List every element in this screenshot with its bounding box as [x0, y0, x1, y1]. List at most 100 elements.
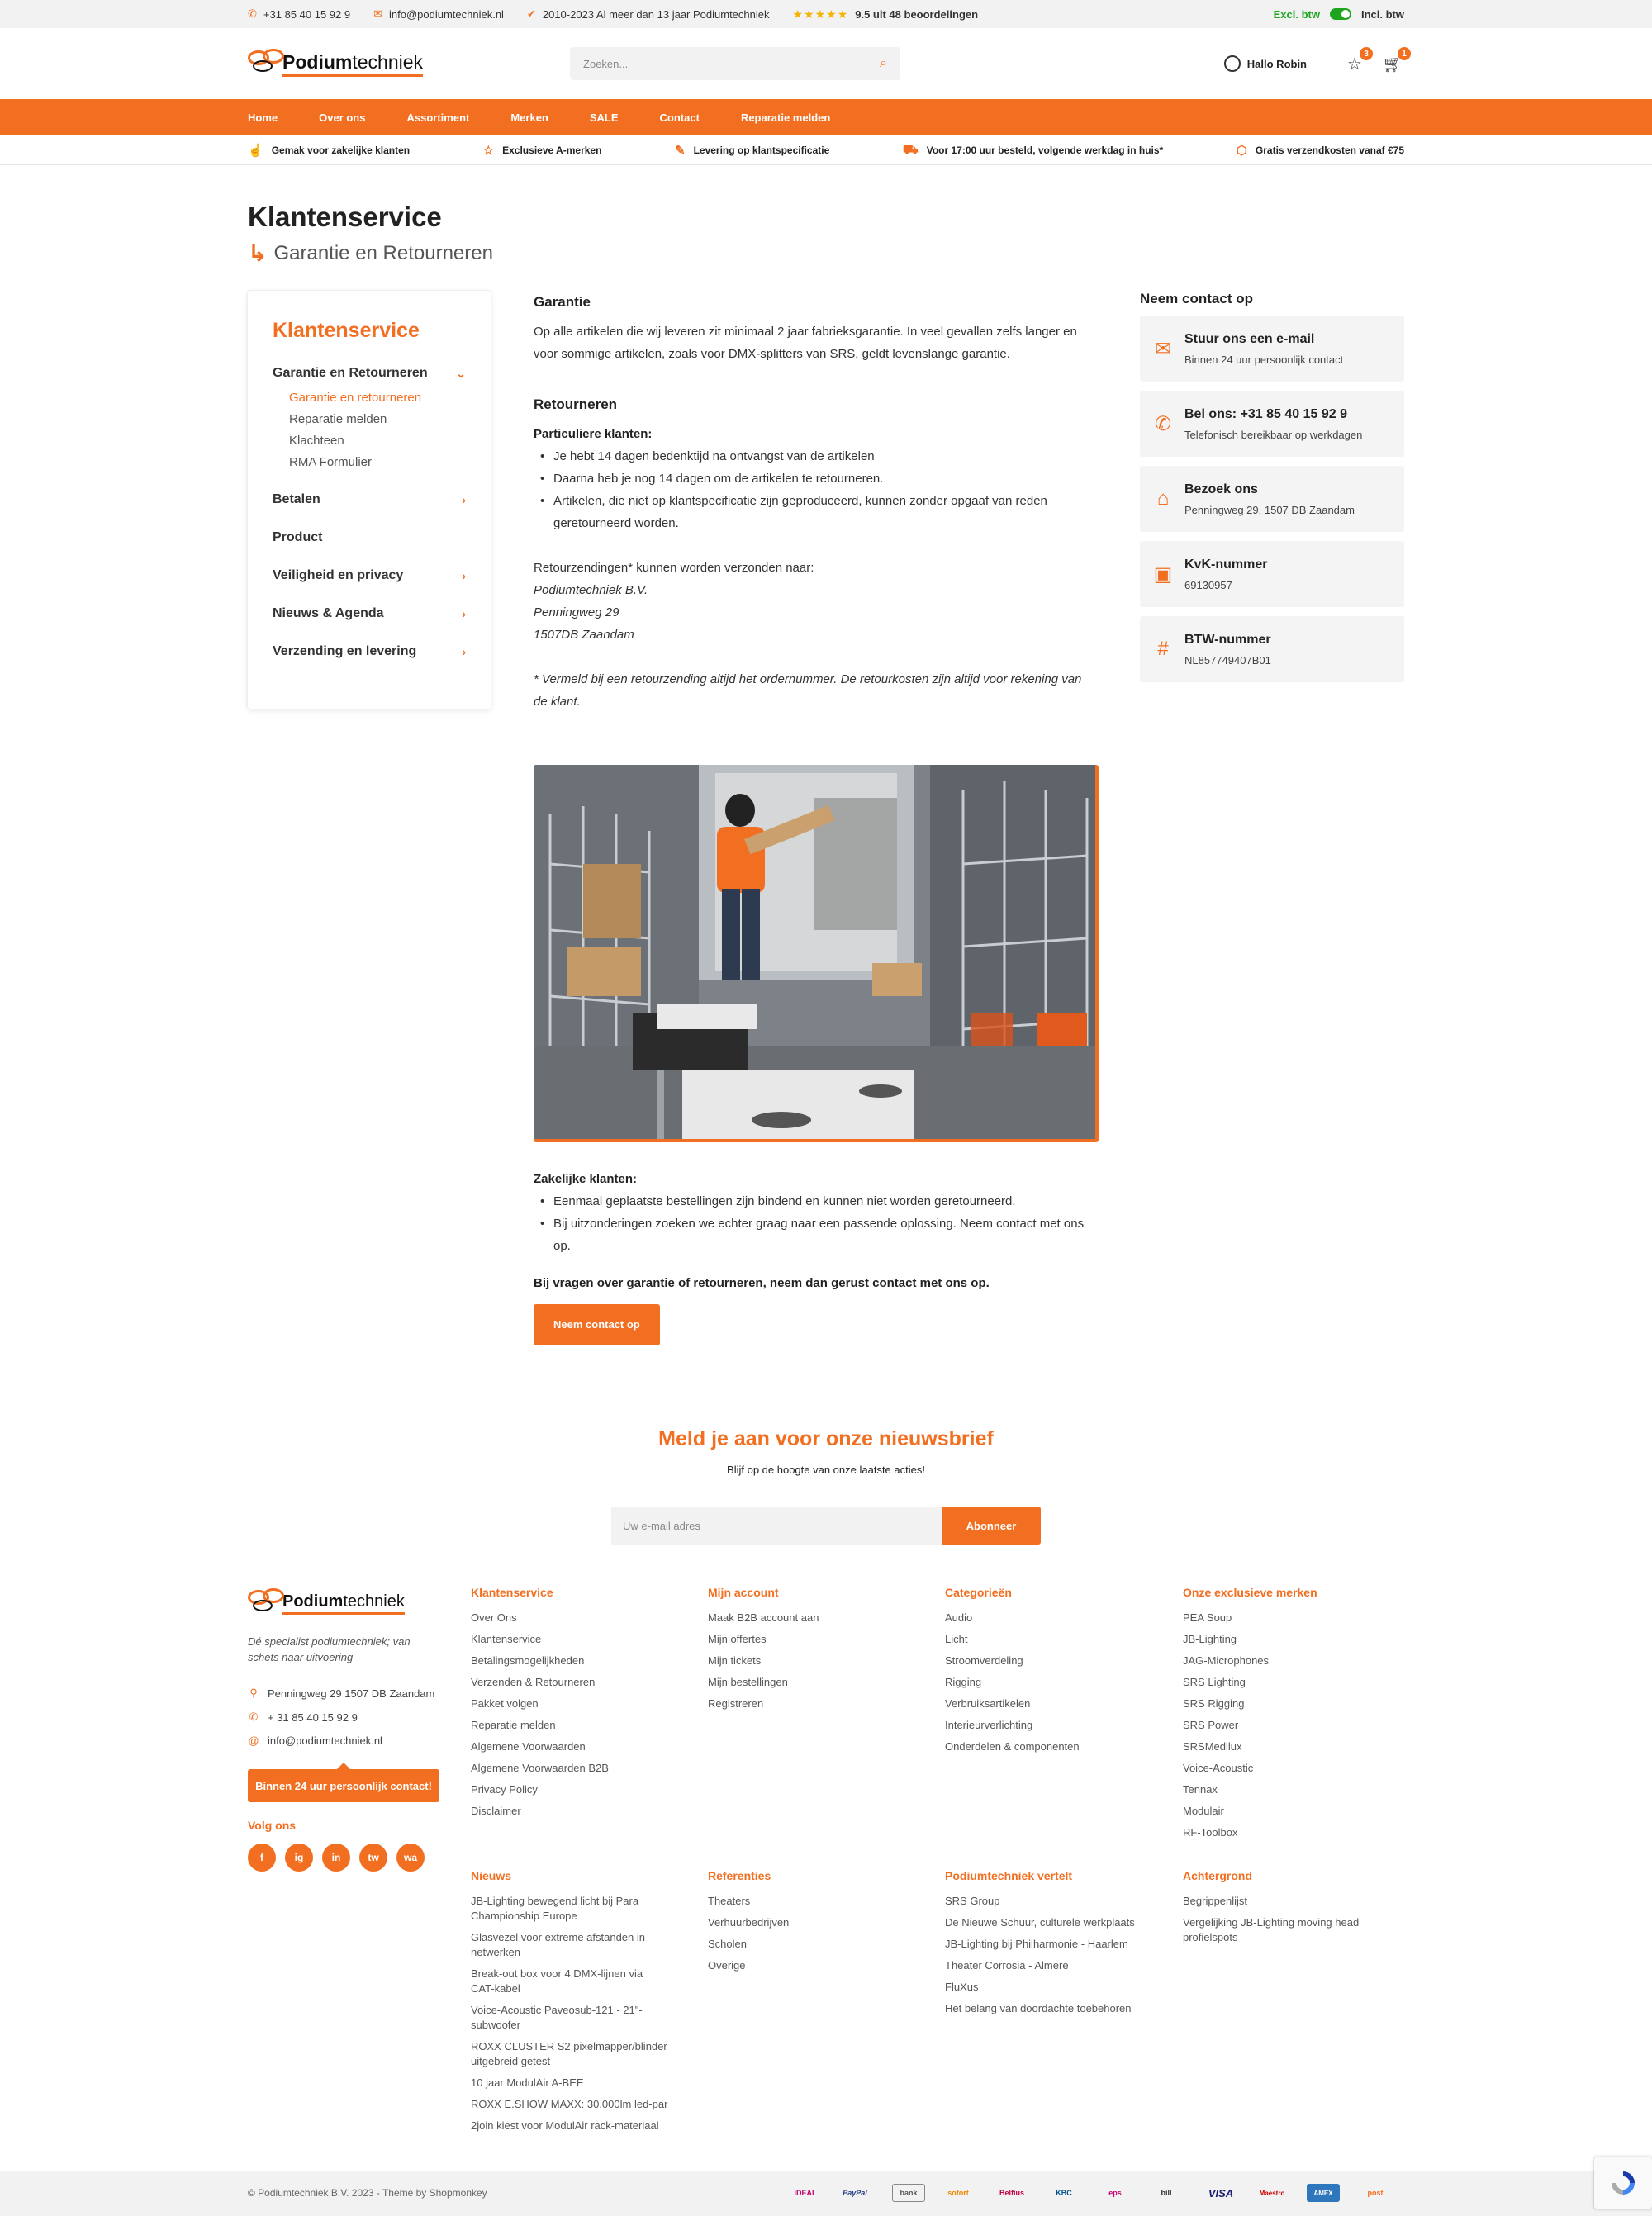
- footer-link[interactable]: Theater Corrosia - Almere: [945, 1958, 1168, 1973]
- footer-link[interactable]: SRSMedilux: [1183, 1739, 1398, 1754]
- footer-link[interactable]: Mijn tickets: [708, 1654, 923, 1668]
- contact-button[interactable]: Neem contact op: [534, 1304, 660, 1345]
- nav-sale[interactable]: SALE: [590, 112, 619, 124]
- nav-assortiment[interactable]: Assortiment: [406, 112, 469, 124]
- newsletter-email-input[interactable]: Uw e-mail adres: [611, 1507, 942, 1545]
- wishlist-button[interactable]: ☆ 3: [1343, 47, 1373, 75]
- footer-link[interactable]: 10 jaar ModulAir A-BEE: [471, 2076, 669, 2090]
- logo[interactable]: Podiumtechniek: [248, 43, 424, 84]
- footer-link[interactable]: Reparatie melden: [471, 1718, 686, 1733]
- footer-link[interactable]: Registreren: [708, 1696, 923, 1711]
- vat-toggle[interactable]: [1330, 8, 1351, 20]
- footer-link[interactable]: PEA Soup: [1183, 1611, 1398, 1625]
- footer-link[interactable]: 2join kiest voor ModulAir rack-materiaal: [471, 2119, 669, 2133]
- whatsapp-icon[interactable]: wa: [396, 1844, 425, 1872]
- footer-link[interactable]: Vergelijking JB-Lighting moving head pro…: [1183, 1915, 1389, 1945]
- footer-link[interactable]: FluXus: [945, 1980, 1168, 1995]
- footer-link[interactable]: Onderdelen & componenten: [945, 1739, 1160, 1754]
- footer-link[interactable]: Licht: [945, 1632, 1160, 1647]
- user-account[interactable]: Hallo Robin: [1223, 55, 1307, 72]
- sidebar-category-verzending[interactable]: Verzending en levering ›: [273, 644, 466, 659]
- footer-link[interactable]: Begrippenlijst: [1183, 1894, 1389, 1909]
- footer-link[interactable]: Pakket volgen: [471, 1696, 686, 1711]
- nav-home[interactable]: Home: [248, 112, 278, 124]
- footer-link[interactable]: Interieurverlichting: [945, 1718, 1160, 1733]
- footer-link[interactable]: ROXX CLUSTER S2 pixelmapper/blinder uitg…: [471, 2039, 669, 2069]
- twitter-icon[interactable]: tw: [359, 1844, 387, 1872]
- footer-logo[interactable]: Podiumtechniek: [248, 1583, 405, 1624]
- topbar-rating[interactable]: ★★★★★ 9.5 uit 48 beoordelingen: [792, 7, 978, 21]
- paypal-icon: PayPal: [843, 2189, 867, 2197]
- footer-link[interactable]: Betalingsmogelijkheden: [471, 1654, 686, 1668]
- nav-merken[interactable]: Merken: [510, 112, 548, 124]
- footer-link[interactable]: Modulair: [1183, 1804, 1398, 1819]
- contact-card-email[interactable]: ✉ Stuur ons een e-mail Binnen 24 uur pers…: [1140, 316, 1404, 382]
- topbar-email[interactable]: ✉ info@podiumtechniek.nl: [373, 7, 504, 21]
- footer-link[interactable]: JB-Lighting: [1183, 1632, 1398, 1647]
- footer-link[interactable]: Mijn offertes: [708, 1632, 923, 1647]
- search-icon[interactable]: ⌕: [880, 56, 887, 71]
- sidebar-subitem-garantie[interactable]: Garantie en retourneren: [289, 391, 466, 405]
- sidebar-category-betalen[interactable]: Betalen ›: [273, 492, 466, 507]
- nav-reparatie-melden[interactable]: Reparatie melden: [741, 112, 830, 124]
- footer-link[interactable]: Audio: [945, 1611, 1160, 1625]
- footer-link[interactable]: JAG-Microphones: [1183, 1654, 1398, 1668]
- footer-link[interactable]: Overige: [708, 1958, 923, 1973]
- footer-link[interactable]: De Nieuwe Schuur, culturele werkplaats: [945, 1915, 1168, 1930]
- search-bar[interactable]: Zoeken... ⌕: [570, 47, 900, 80]
- contact-card-phone[interactable]: ✆ Bel ons: +31 85 40 15 92 9 Telefonisch …: [1140, 391, 1404, 457]
- footer-link[interactable]: SRS Group: [945, 1894, 1168, 1909]
- footer-link[interactable]: Mijn bestellingen: [708, 1675, 923, 1690]
- linkedin-icon[interactable]: in: [322, 1844, 350, 1872]
- footer-link[interactable]: Scholen: [708, 1937, 923, 1952]
- sidebar-subitem-reparatie[interactable]: Reparatie melden: [289, 412, 466, 426]
- footer-link[interactable]: Disclaimer: [471, 1804, 686, 1819]
- recaptcha-badge[interactable]: [1594, 2157, 1652, 2209]
- footer-link[interactable]: Tennax: [1183, 1782, 1398, 1797]
- nav-over-ons[interactable]: Over ons: [319, 112, 365, 124]
- footer-phone[interactable]: ✆ + 31 85 40 15 92 9: [248, 1711, 358, 1724]
- footer-link[interactable]: Glasvezel voor extreme afstanden in netw…: [471, 1930, 669, 1960]
- footer-link[interactable]: Stroomverdeling: [945, 1654, 1160, 1668]
- footer-link[interactable]: ROXX E.SHOW MAXX: 30.000lm led-par: [471, 2097, 669, 2112]
- newsletter-subscribe-button[interactable]: Abonneer: [942, 1507, 1041, 1545]
- footer-contact-cta[interactable]: Binnen 24 uur persoonlijk contact!: [248, 1763, 439, 1802]
- sidebar-subitem-rma[interactable]: RMA Formulier: [289, 455, 466, 469]
- instagram-icon[interactable]: ig: [285, 1844, 313, 1872]
- footer-link[interactable]: RF-Toolbox: [1183, 1825, 1398, 1840]
- footer-link[interactable]: SRS Power: [1183, 1718, 1398, 1733]
- footer-link[interactable]: SRS Rigging: [1183, 1696, 1398, 1711]
- footer-link[interactable]: JB-Lighting bij Philharmonie - Haarlem: [945, 1937, 1168, 1952]
- footer-link[interactable]: Verbruiksartikelen: [945, 1696, 1160, 1711]
- footer-link[interactable]: Het belang van doordachte toebehoren: [945, 2001, 1168, 2016]
- sidebar-category-veiligheid[interactable]: Veiligheid en privacy ›: [273, 568, 466, 583]
- sidebar-category-product[interactable]: Product: [273, 530, 466, 545]
- footer-link[interactable]: SRS Lighting: [1183, 1675, 1398, 1690]
- sidebar-category-nieuws[interactable]: Nieuws & Agenda ›: [273, 606, 466, 621]
- footer-link[interactable]: Verzenden & Retourneren: [471, 1675, 686, 1690]
- footer-link[interactable]: Over Ons: [471, 1611, 686, 1625]
- contact-card-visit[interactable]: ⌂ Bezoek ons Penningweg 29, 1507 DB Zaand…: [1140, 466, 1404, 532]
- cart-button[interactable]: 🛒︎ 1: [1381, 47, 1411, 75]
- facebook-icon[interactable]: f: [248, 1844, 276, 1872]
- sidebar-subitem-klachten[interactable]: Klachteen: [289, 434, 466, 448]
- footer-link[interactable]: JB-Lighting bewegend licht bij Para Cham…: [471, 1894, 669, 1924]
- search-input[interactable]: Zoeken...: [583, 58, 880, 70]
- invoice-icon: bill: [1161, 2189, 1172, 2197]
- contact-card-sub: NL857749407B01: [1184, 653, 1271, 667]
- footer-link[interactable]: Algemene Voorwaarden: [471, 1739, 686, 1754]
- footer-link[interactable]: Verhuurbedrijven: [708, 1915, 923, 1930]
- footer-link[interactable]: Rigging: [945, 1675, 1160, 1690]
- topbar-phone[interactable]: ✆ +31 85 40 15 92 9: [248, 7, 350, 21]
- footer-link[interactable]: Privacy Policy: [471, 1782, 686, 1797]
- sidebar-category-garantie[interactable]: Garantie en Retourneren ⌄: [273, 366, 466, 381]
- footer-link[interactable]: Algemene Voorwaarden B2B: [471, 1761, 686, 1776]
- footer-link[interactable]: Voice-Acoustic Paveosub-121 - 21"-subwoo…: [471, 2003, 669, 2033]
- footer-link[interactable]: Klantenservice: [471, 1632, 686, 1647]
- footer-link[interactable]: Break-out box voor 4 DMX-lijnen via CAT-…: [471, 1967, 669, 1996]
- footer-link[interactable]: Voice-Acoustic: [1183, 1761, 1398, 1776]
- nav-contact[interactable]: Contact: [660, 112, 700, 124]
- footer-link[interactable]: Maak B2B account aan: [708, 1611, 923, 1625]
- footer-email[interactable]: @ info@podiumtechniek.nl: [248, 1734, 382, 1747]
- footer-link[interactable]: Theaters: [708, 1894, 923, 1909]
